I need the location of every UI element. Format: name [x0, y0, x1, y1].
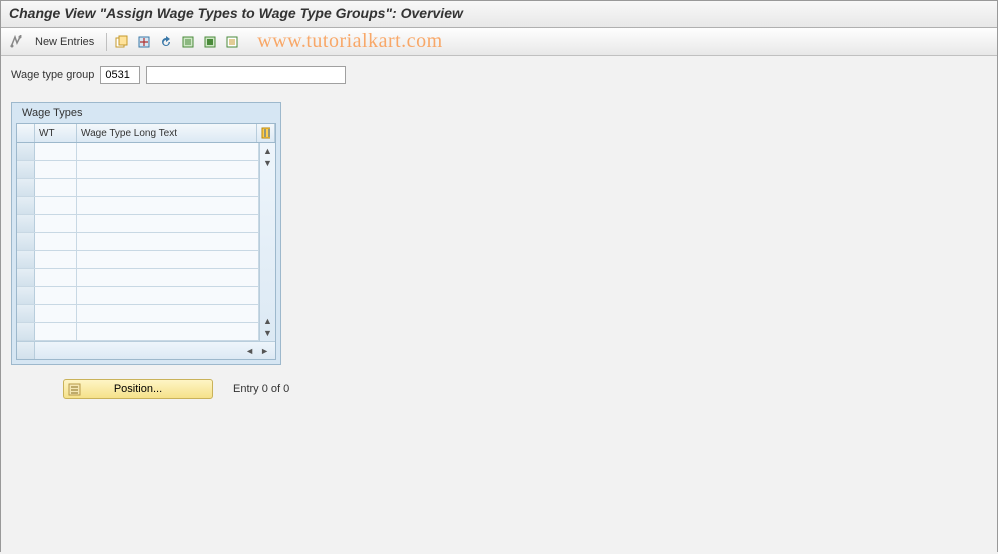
row-selector[interactable]	[17, 197, 35, 214]
cell-longtext[interactable]	[77, 161, 259, 178]
scroll-right-icon[interactable]: ►	[258, 346, 271, 356]
undo-change-icon[interactable]	[157, 33, 175, 51]
grid-header: WT Wage Type Long Text	[17, 124, 275, 143]
row-selector[interactable]	[17, 233, 35, 250]
row-selector[interactable]	[17, 323, 35, 340]
row-selector[interactable]	[17, 251, 35, 268]
scroll-down-small-icon[interactable]: ▼	[262, 157, 273, 169]
grid-footer-selector	[17, 342, 35, 359]
row-selector[interactable]	[17, 305, 35, 322]
position-icon	[68, 383, 81, 396]
cell-wt[interactable]	[35, 233, 77, 250]
cell-wt[interactable]	[35, 287, 77, 304]
table-row[interactable]	[17, 269, 259, 287]
scroll-down-icon[interactable]: ▼	[262, 327, 273, 339]
table-row[interactable]	[17, 179, 259, 197]
vertical-scrollbar[interactable]: ▲ ▼ ▲ ▼	[259, 143, 275, 341]
wage-type-group-code-input[interactable]	[100, 66, 140, 84]
row-selector[interactable]	[17, 161, 35, 178]
select-block-icon[interactable]	[201, 33, 219, 51]
position-button-label: Position...	[114, 383, 162, 395]
cell-longtext[interactable]	[77, 233, 259, 250]
cell-wt[interactable]	[35, 143, 77, 160]
position-button[interactable]: Position...	[63, 379, 213, 399]
row-selector[interactable]	[17, 215, 35, 232]
copy-as-icon[interactable]	[113, 33, 131, 51]
cell-wt[interactable]	[35, 179, 77, 196]
cell-longtext[interactable]	[77, 179, 259, 196]
table-row[interactable]	[17, 305, 259, 323]
cell-wt[interactable]	[35, 269, 77, 286]
grid-col-wt[interactable]: WT	[35, 124, 77, 142]
cell-wt[interactable]	[35, 161, 77, 178]
watermark-text: www.tutorialkart.com	[257, 30, 442, 53]
wage-type-group-row: Wage type group	[11, 66, 987, 84]
new-entries-button[interactable]: New Entries	[29, 34, 100, 50]
select-all-icon[interactable]	[179, 33, 197, 51]
delete-icon[interactable]	[135, 33, 153, 51]
wage-type-group-label: Wage type group	[11, 69, 94, 81]
scroll-up-small-icon[interactable]: ▲	[262, 315, 273, 327]
grid-configure-icon[interactable]	[257, 124, 275, 142]
cell-longtext[interactable]	[77, 215, 259, 232]
grid-select-all-header[interactable]	[17, 124, 35, 142]
content-area: Wage type group Wage Types WT Wage Type …	[1, 56, 997, 554]
row-selector[interactable]	[17, 287, 35, 304]
cell-longtext[interactable]	[77, 269, 259, 286]
cell-wt[interactable]	[35, 323, 77, 340]
table-row[interactable]	[17, 323, 259, 341]
footer-row: Position... Entry 0 of 0	[63, 379, 987, 399]
cell-longtext[interactable]	[77, 287, 259, 304]
grid-col-longtext[interactable]: Wage Type Long Text	[77, 124, 257, 142]
cell-longtext[interactable]	[77, 197, 259, 214]
table-row[interactable]	[17, 143, 259, 161]
grid-body: ▲ ▼ ▲ ▼	[17, 143, 275, 341]
wage-type-group-desc-input[interactable]	[146, 66, 346, 84]
horizontal-scrollbar[interactable]: ◄ ►	[35, 346, 275, 356]
wage-types-grid: WT Wage Type Long Text ▲ ▼ ▲ ▼	[16, 123, 276, 360]
separator	[106, 33, 107, 51]
cell-wt[interactable]	[35, 251, 77, 268]
panel-title: Wage Types	[16, 103, 276, 123]
table-row[interactable]	[17, 251, 259, 269]
row-selector[interactable]	[17, 269, 35, 286]
cell-wt[interactable]	[35, 215, 77, 232]
cell-wt[interactable]	[35, 305, 77, 322]
scroll-up-icon[interactable]: ▲	[262, 145, 273, 157]
table-row[interactable]	[17, 161, 259, 179]
table-row[interactable]	[17, 287, 259, 305]
table-row[interactable]	[17, 233, 259, 251]
table-row[interactable]	[17, 197, 259, 215]
cell-wt[interactable]	[35, 197, 77, 214]
row-selector[interactable]	[17, 179, 35, 196]
cell-longtext[interactable]	[77, 143, 259, 160]
wage-types-panel: Wage Types WT Wage Type Long Text ▲ ▼ ▲ …	[11, 102, 281, 365]
row-selector[interactable]	[17, 143, 35, 160]
entry-count-text: Entry 0 of 0	[233, 383, 289, 395]
grid-footer: ◄ ►	[17, 341, 275, 359]
deselect-all-icon[interactable]	[223, 33, 241, 51]
cell-longtext[interactable]	[77, 323, 259, 340]
toolbar: New Entries www.tutorialkart.com	[1, 28, 997, 56]
page-title: Change View "Assign Wage Types to Wage T…	[1, 1, 997, 28]
toggle-view-icon[interactable]	[7, 33, 25, 51]
cell-longtext[interactable]	[77, 305, 259, 322]
cell-longtext[interactable]	[77, 251, 259, 268]
scroll-left-icon[interactable]: ◄	[243, 346, 256, 356]
table-row[interactable]	[17, 215, 259, 233]
